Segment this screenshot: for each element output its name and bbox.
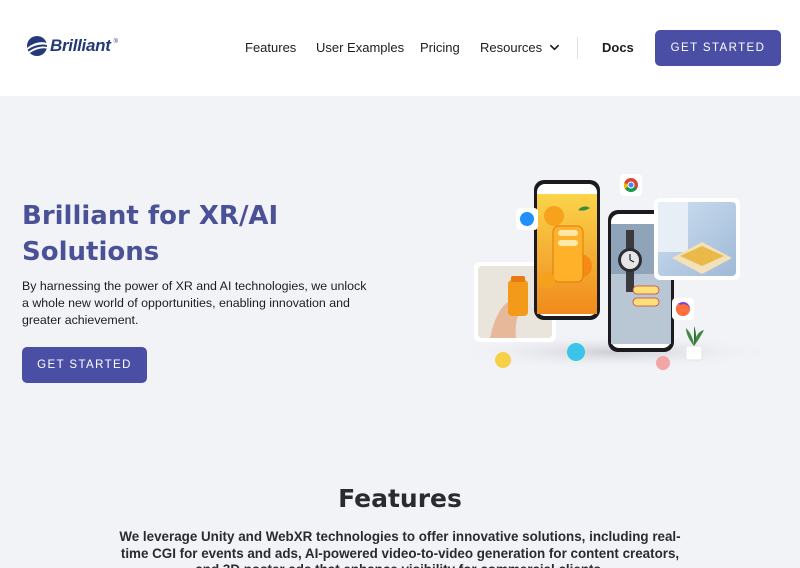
nav-features[interactable]: Features [245, 40, 296, 55]
cyan-ball [567, 343, 585, 361]
hero-illustration [450, 174, 780, 370]
chevron-down-icon [550, 44, 560, 51]
hero-title: Brilliant for XR/AI Solutions [22, 201, 279, 267]
book-card [654, 198, 740, 280]
yellow-ball [495, 352, 511, 368]
nav-user-examples[interactable]: User Examples [316, 40, 404, 55]
hero-description: By harnessing the power of XR and AI tec… [22, 279, 367, 327]
hero-get-started-button[interactable]: GET STARTED [22, 347, 147, 383]
site-header: Brilliant ® Features User Examples Prici… [0, 0, 800, 96]
nav-pricing[interactable]: Pricing [420, 40, 460, 55]
nav-docs[interactable]: Docs [602, 40, 634, 55]
nav-resources[interactable]: Resources [480, 40, 560, 55]
nav-resources-label: Resources [480, 40, 543, 55]
nav-divider [577, 37, 578, 59]
safari-icon [516, 208, 538, 230]
chrome-icon [620, 174, 642, 196]
features-description: We leverage Unity and WebXR technologies… [119, 529, 681, 568]
pink-ball [656, 356, 670, 370]
header-get-started-button[interactable]: GET STARTED [655, 30, 781, 66]
firefox-icon [672, 298, 694, 320]
phone-orange [534, 180, 600, 320]
features-title: Features [338, 484, 462, 513]
